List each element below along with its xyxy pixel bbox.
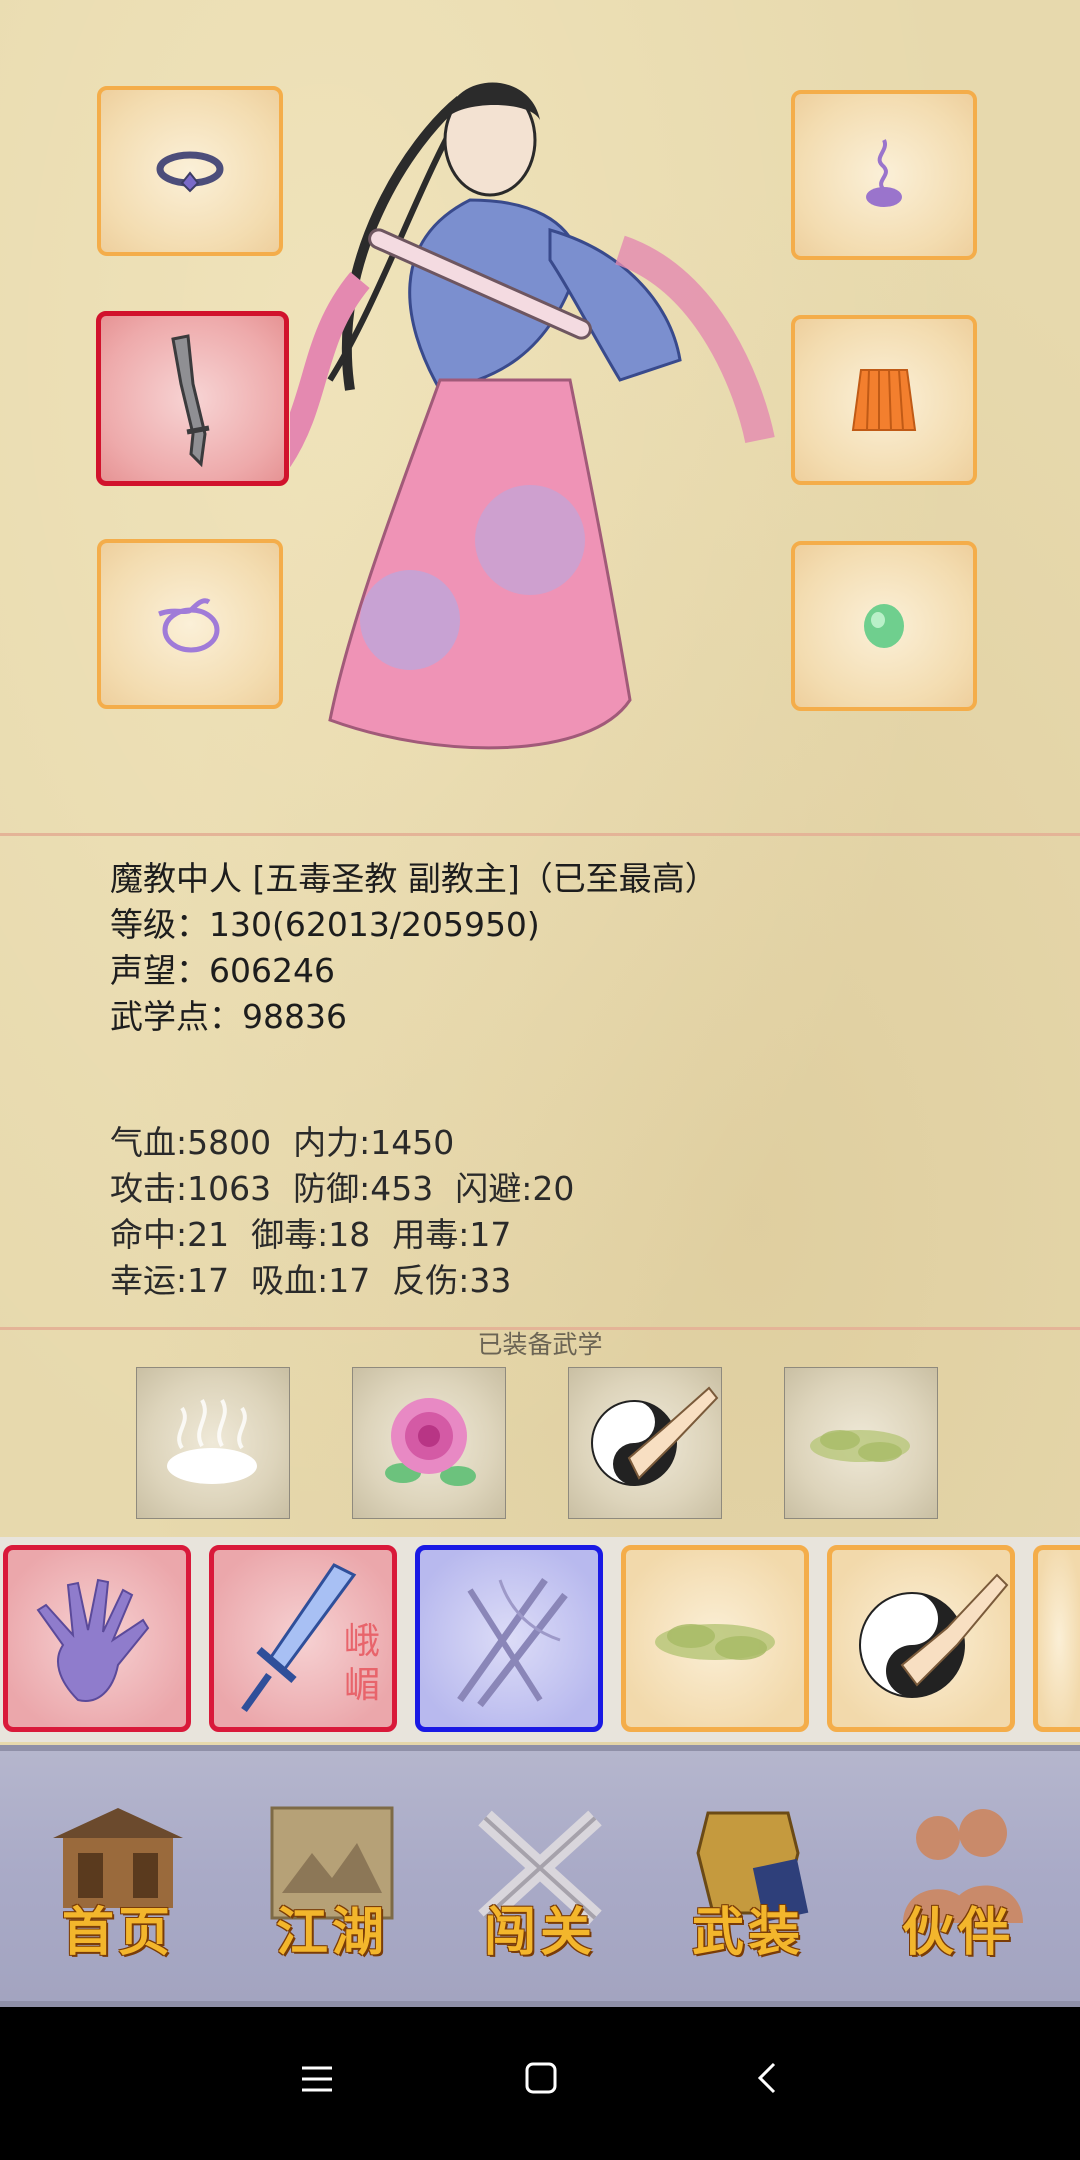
skill-slot-3[interactable] [415,1545,603,1732]
taiji-fist-icon [591,1386,719,1486]
crossed-sticks-icon [457,1577,568,1708]
equipped-martial-slot-4[interactable] [784,1367,938,1519]
skirt-icon [851,369,917,431]
stat-internal-power: 内力:1450 [293,1123,455,1162]
home-icon[interactable] [524,2061,558,2095]
steam-cloud-icon [167,1399,257,1484]
equip-slot-incense[interactable] [791,90,977,260]
skill-slot-2[interactable]: 峨嵋 [209,1545,397,1732]
section-divider [0,833,1080,836]
martial-points-text: 武学点：98836 [110,997,347,1036]
nav-challenge[interactable]: 闯关 [460,1793,620,1973]
stat-poison-resist: 御毒:18 [251,1215,371,1254]
bottom-nav: 首页 江湖 闯关 武装 伙伴 [0,1745,1080,2007]
stat-defense: 防御:453 [293,1169,434,1208]
palm-icon [36,1578,150,1702]
equip-slot-ring[interactable] [97,86,283,256]
back-icon[interactable] [752,2061,786,2095]
equipped-martial-title: 已装备武学 [477,1330,603,1359]
stats-row-4: 幸运:17 吸血:17 反伤:33 [110,1254,533,1302]
skill-slot-1[interactable] [3,1545,191,1732]
jade-icon [864,604,904,648]
sabre-icon [170,333,209,467]
stats-row-1: 气血:5800 内力:1450 [110,1116,476,1164]
character-title: 魔教中人 [五毒圣教 副教主]（已至最高） [110,859,718,898]
stats-row-2: 攻击:1063 防御:453 闪避:20 [110,1162,596,1210]
green-cloud-icon [655,1624,775,1660]
stat-hp: 气血:5800 [110,1123,272,1162]
nav-jianghu[interactable]: 江湖 [252,1793,412,1973]
equip-slot-armor[interactable] [791,315,977,485]
equipped-martial-slot-3[interactable] [568,1367,722,1519]
character-portrait [290,82,775,750]
ring-icon [156,151,224,193]
skill-slot-5[interactable] [827,1545,1015,1732]
sword-skill-label: 峨嵋 [344,1621,381,1706]
nav-challenge-label: 闯关 [483,1902,596,1963]
rose-icon [385,1398,476,1486]
equip-slot-bracelet[interactable] [97,539,283,709]
stat-poison-use: 用毒:17 [392,1215,512,1254]
reputation-text: 声望：606246 [110,951,335,990]
nav-equipment-label: 武装 [691,1902,804,1963]
stats-row-3: 命中:21 御毒:18 用毒:17 [110,1208,533,1256]
green-cloud-icon [810,1430,910,1462]
nav-jianghu-label: 江湖 [275,1902,388,1963]
taiji-fist-icon [859,1573,1009,1698]
stat-attack: 攻击:1063 [110,1169,272,1208]
skill-slot-4[interactable] [621,1545,809,1732]
menu-icon[interactable] [300,2062,334,2096]
bracelet-icon [158,598,220,653]
skill-slot-6[interactable] [1033,1545,1080,1732]
equip-slot-weapon[interactable] [96,311,289,486]
system-nav-bar [0,2007,1080,2160]
stat-hit: 命中:21 [110,1215,230,1254]
nav-partner-label: 伙伴 [901,1902,1014,1963]
stat-reflect: 反伤:33 [392,1261,512,1300]
stat-lifesteal: 吸血:17 [251,1261,371,1300]
stat-luck: 幸运:17 [110,1261,230,1300]
equipped-martial-slot-1[interactable] [136,1367,290,1519]
stat-dodge: 闪避:20 [455,1169,575,1208]
incense-icon [866,139,902,207]
nav-partner[interactable]: 伙伴 [878,1793,1038,1973]
nav-home[interactable]: 首页 [38,1793,198,1973]
equip-slot-jade[interactable] [791,541,977,711]
nav-equipment[interactable]: 武装 [668,1793,828,1973]
level-text: 等级：130(62013/205950) [110,905,540,944]
nav-home-label: 首页 [61,1902,174,1963]
equipped-martial-slot-2[interactable] [352,1367,506,1519]
